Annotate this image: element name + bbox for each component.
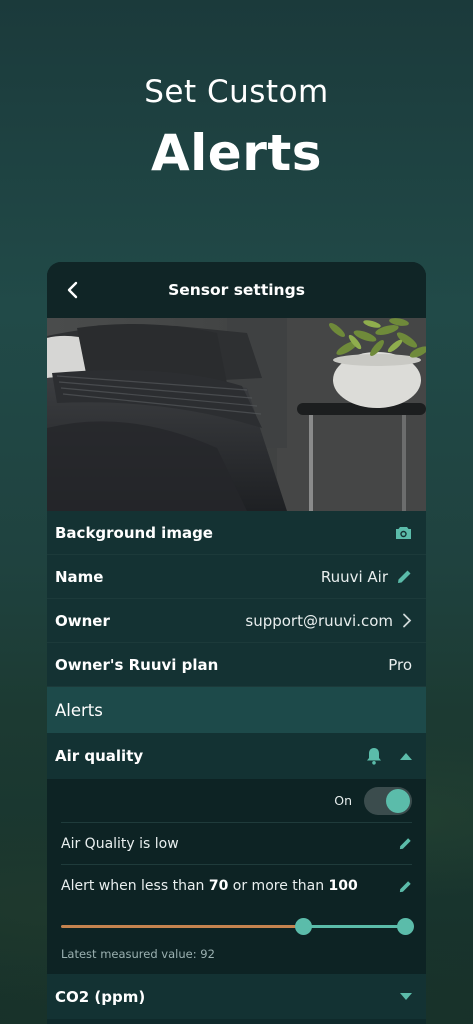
name-value: Ruuvi Air bbox=[320, 567, 388, 586]
background-image-label: Background image bbox=[55, 523, 213, 542]
chevron-right-icon[interactable] bbox=[402, 613, 412, 628]
chevron-left-icon bbox=[67, 281, 78, 299]
plan-value: Pro bbox=[388, 655, 412, 674]
air-quality-alert-body: On Air Quality is low Alert when less th… bbox=[47, 779, 426, 973]
owner-label: Owner bbox=[55, 611, 110, 630]
alerts-section-header: Alerts bbox=[47, 687, 426, 733]
alert-description: Air Quality is low bbox=[61, 835, 179, 852]
app-bar: Sensor settings bbox=[47, 262, 426, 318]
hero-subtitle: Set Custom bbox=[144, 74, 329, 110]
alert-description-row[interactable]: Air Quality is low bbox=[61, 823, 412, 865]
hero: Set Custom Alerts bbox=[0, 74, 473, 182]
toggle-label: On bbox=[334, 793, 352, 808]
page-title: Sensor settings bbox=[168, 281, 305, 299]
slider-thumb-low[interactable] bbox=[295, 918, 312, 935]
pencil-icon[interactable] bbox=[397, 569, 412, 584]
co2-alert-header[interactable]: CO2 (ppm) bbox=[47, 973, 426, 1019]
background-image-row[interactable]: Background image bbox=[47, 511, 426, 555]
slider-track-in-range bbox=[303, 925, 406, 928]
name-row[interactable]: Name Ruuvi Air bbox=[47, 555, 426, 599]
alert-range-slider[interactable] bbox=[61, 909, 414, 943]
air-quality-alert-header[interactable]: Air quality bbox=[47, 733, 426, 779]
range-mid: or more than bbox=[232, 878, 325, 894]
background-image-preview bbox=[47, 318, 426, 511]
latest-measured-value: Latest measured value: 92 bbox=[61, 947, 215, 961]
range-prefix: Alert when less than bbox=[61, 878, 205, 894]
pencil-icon[interactable] bbox=[399, 837, 412, 850]
co2-title: CO2 (ppm) bbox=[55, 987, 146, 1006]
camera-icon[interactable] bbox=[395, 526, 412, 540]
plan-row: Owner's Ruuvi plan Pro bbox=[47, 643, 426, 687]
back-button[interactable] bbox=[61, 278, 85, 302]
bell-icon bbox=[366, 747, 382, 765]
triangle-up-icon[interactable] bbox=[400, 752, 412, 760]
alert-range-row[interactable]: Alert when less than 70 or more than 100 bbox=[61, 865, 412, 907]
slider-thumb-high[interactable] bbox=[397, 918, 414, 935]
pencil-icon[interactable] bbox=[399, 880, 412, 893]
toggle-knob bbox=[386, 788, 410, 813]
hero-title: Alerts bbox=[150, 124, 323, 182]
plan-label: Owner's Ruuvi plan bbox=[55, 655, 219, 674]
alert-range-text: Alert when less than 70 or more than 100 bbox=[61, 878, 358, 894]
triangle-down-icon[interactable] bbox=[400, 993, 412, 1000]
slider-track-out-of-range bbox=[61, 925, 303, 928]
owner-row[interactable]: Owner support@ruuvi.com bbox=[47, 599, 426, 643]
range-low-value: 70 bbox=[208, 878, 229, 894]
alert-toggle[interactable] bbox=[364, 786, 412, 815]
phone-screen: Sensor settings Background image Name Ru… bbox=[47, 262, 426, 1024]
air-quality-title: Air quality bbox=[55, 747, 144, 765]
owner-value: support@ruuvi.com bbox=[245, 611, 393, 630]
alert-toggle-row: On bbox=[61, 779, 412, 823]
range-high-value: 100 bbox=[328, 878, 358, 894]
name-label: Name bbox=[55, 567, 104, 586]
